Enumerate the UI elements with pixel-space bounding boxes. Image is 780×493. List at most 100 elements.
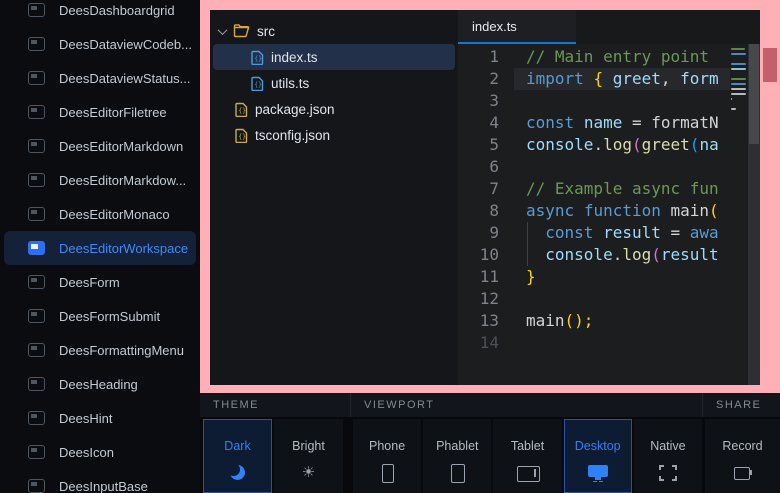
chevron-down-icon[interactable] — [218, 25, 228, 35]
sidebar-item-deesdataviewstatus[interactable]: DeesDataviewStatus... — [4, 61, 196, 95]
widget-icon — [28, 445, 45, 459]
tree-row-index.ts[interactable]: {} index.ts — [213, 44, 455, 70]
code-line: console.log(greet(na — [514, 134, 730, 156]
sidebar-item-label: DeesForm — [59, 275, 120, 290]
minimap[interactable] — [730, 44, 748, 385]
dark-button[interactable]: Dark — [203, 419, 272, 493]
folder-open-icon — [233, 24, 250, 38]
desktop-icon — [587, 464, 609, 482]
tree-row-label: index.ts — [271, 50, 318, 65]
minimap-line — [731, 78, 746, 80]
file-ts-icon: {} — [251, 50, 264, 65]
phone-icon — [376, 464, 398, 482]
sidebar-item-deesform[interactable]: DeesForm — [4, 265, 196, 299]
sidebar-item-deeseditormarkdown[interactable]: DeesEditorMarkdown — [4, 129, 196, 163]
tree-row-tsconfig.json[interactable]: {}tsconfig.json — [213, 122, 455, 148]
sidebar-item-label: DeesFormSubmit — [59, 309, 160, 324]
sidebar-item-deesdashboardgrid[interactable]: DeesDashboardgrid — [4, 0, 196, 27]
toolbar-section-title: VIEWPORT — [350, 393, 702, 417]
sidebar-item-deeseditorworkspace[interactable]: DeesEditorWorkspace — [4, 231, 196, 265]
sidebar-item-label: DeesHeading — [59, 377, 138, 392]
file-tree[interactable]: src {} index.ts {} utils.ts {}package.json{}t… — [210, 10, 458, 385]
widget-icon — [28, 105, 45, 119]
code-content[interactable]: // Main entry pointimport { greet, formc… — [514, 44, 730, 385]
phone-button[interactable]: Phone — [353, 419, 421, 493]
line-number: 9 — [458, 222, 514, 244]
widget-icon — [28, 37, 45, 51]
sidebar-item-deesicon[interactable]: DeesIcon — [4, 435, 196, 469]
demo-stage: src {} index.ts {} utils.ts {}package.json{}t… — [200, 0, 780, 393]
button-label: Bright — [292, 439, 325, 453]
sidebar-item-label: DeesEditorWorkspace — [59, 241, 188, 256]
tree-row-src[interactable]: src — [213, 18, 455, 44]
code-line — [514, 332, 730, 354]
widget-icon — [28, 241, 45, 255]
line-number: 2 — [458, 68, 514, 90]
bright-button[interactable]: Bright☀ — [274, 419, 343, 493]
tablet-button[interactable]: Tablet — [493, 419, 561, 493]
button-label: Phone — [369, 439, 405, 453]
tree-row-label: tsconfig.json — [255, 128, 330, 143]
widget-icon — [28, 411, 45, 425]
toolbar-button-row: Record — [702, 417, 780, 493]
native-icon — [657, 464, 679, 482]
sidebar-item-label: DeesDashboardgrid — [59, 3, 175, 18]
line-number: 1 — [458, 46, 514, 68]
sidebar-item-deeseditormarkdow[interactable]: DeesEditorMarkdow... — [4, 163, 196, 197]
phablet-button[interactable]: Phablet — [423, 419, 491, 493]
tree-row-label: utils.ts — [271, 76, 309, 91]
sidebar-item-deeseditorfiletree[interactable]: DeesEditorFiletree — [4, 95, 196, 129]
minimap-line — [731, 58, 746, 60]
sidebar-item-label: DeesDataviewStatus... — [59, 71, 191, 86]
sidebar-item-label: DeesDataviewCodeb... — [59, 37, 192, 52]
component-sidebar: DeesDashboardgrid DeesDataviewCodeb... Dee… — [0, 0, 200, 493]
stage-scrollbar-thumb[interactable] — [763, 48, 777, 82]
code-line: console.log(result — [514, 244, 730, 266]
line-number-gutter: 1234567891011121314 — [458, 44, 514, 385]
sidebar-item-deesheading[interactable]: DeesHeading — [4, 367, 196, 401]
line-number: 7 — [458, 178, 514, 200]
minimap-line — [731, 88, 746, 90]
tree-row-package.json[interactable]: {}package.json — [213, 96, 455, 122]
widget-icon — [28, 343, 45, 357]
record-button[interactable]: Record — [705, 419, 780, 493]
svg-text:{}: {} — [254, 80, 262, 88]
line-number: 6 — [458, 156, 514, 178]
tree-row-label: src — [257, 24, 275, 39]
toolbar-section-share: SHARERecord — [702, 393, 780, 493]
sidebar-item-label: DeesEditorMarkdown — [59, 139, 183, 154]
sidebar-item-deesformattingmenu[interactable]: DeesFormattingMenu — [4, 333, 196, 367]
editor-scrollbar[interactable] — [748, 44, 760, 385]
code-editor[interactable]: index.ts 1234567891011121314 // Main ent… — [458, 10, 760, 385]
editor-scrollbar-thumb[interactable] — [749, 44, 759, 144]
minimap-line — [731, 93, 746, 95]
editor-tab-indexts[interactable]: index.ts — [458, 10, 576, 44]
sidebar-item-deeseditormonaco[interactable]: DeesEditorMonaco — [4, 197, 196, 231]
code-line — [514, 288, 730, 310]
code-line: async function main( — [514, 200, 730, 222]
line-number: 12 — [458, 288, 514, 310]
button-label: Tablet — [511, 439, 544, 453]
sidebar-item-deesinputbase[interactable]: DeesInputBase — [4, 469, 196, 493]
tree-row-utils.ts[interactable]: {} utils.ts — [213, 70, 455, 96]
widget-icon — [28, 71, 45, 85]
minimap-line — [731, 63, 746, 65]
tab-label: index.ts — [472, 19, 517, 34]
sidebar-item-deesdataviewcodeb[interactable]: DeesDataviewCodeb... — [4, 27, 196, 61]
record-icon — [732, 464, 754, 482]
code-area[interactable]: 1234567891011121314 // Main entry pointi… — [458, 44, 760, 385]
app-window: DeesDashboardgrid DeesDataviewCodeb... Dee… — [0, 0, 780, 493]
sidebar-item-label: DeesIcon — [59, 445, 114, 460]
widget-icon — [28, 479, 45, 493]
sidebar-item-deeshint[interactable]: DeesHint — [4, 401, 196, 435]
sidebar-item-deesformsubmit[interactable]: DeesFormSubmit — [4, 299, 196, 333]
toolbar-button-row: Dark Bright☀ — [200, 417, 350, 493]
component-list: DeesDashboardgrid DeesDataviewCodeb... Dee… — [0, 0, 200, 493]
properties-toolbar: THEMEDarkBright☀VIEWPORTPhonePhabletTabl… — [200, 393, 780, 493]
code-line — [514, 156, 730, 178]
desktop-button[interactable]: Desktop — [564, 419, 632, 493]
button-label: Native — [650, 439, 685, 453]
button-label: Dark — [224, 439, 250, 453]
native-button[interactable]: Native — [634, 419, 702, 493]
file-ts-icon: {} — [251, 76, 264, 91]
